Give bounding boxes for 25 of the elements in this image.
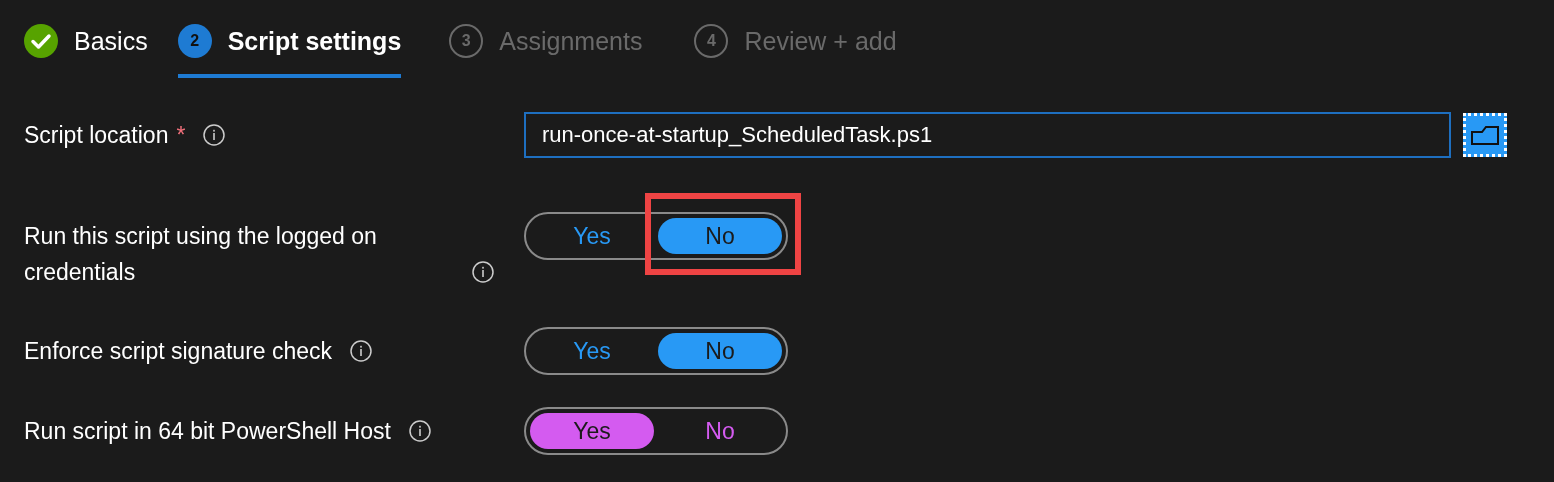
- toggle-option[interactable]: No: [658, 218, 782, 254]
- step-tab[interactable]: 2 Script settings: [177, 0, 402, 78]
- step-tab[interactable]: 3 Assignments: [449, 0, 643, 78]
- step-number: 2: [177, 24, 212, 58]
- setting-label: Run script in 64 bit PowerShell Host: [24, 417, 391, 446]
- folder-icon: [1470, 124, 1500, 146]
- toggle-option[interactable]: Yes: [530, 333, 654, 369]
- setting-label: Run this script using the logged on credentials: [24, 222, 378, 287]
- required-mark: *: [176, 121, 186, 150]
- toggle-option[interactable]: No: [658, 333, 782, 369]
- step-number: 4: [694, 24, 729, 58]
- field-label: Script location: [24, 121, 169, 150]
- info-icon: [203, 124, 226, 146]
- step-tab[interactable]: 4 Review + add: [694, 0, 897, 78]
- toggle-option[interactable]: No: [658, 413, 782, 449]
- setting-label: Enforce script signature check: [24, 337, 333, 366]
- toggle-option[interactable]: Yes: [530, 413, 654, 449]
- info-icon: [350, 340, 373, 362]
- step-number: 3: [449, 24, 484, 58]
- toggle-option[interactable]: Yes: [530, 218, 654, 254]
- info-icon: [408, 420, 431, 442]
- step-tab[interactable]: Basics: [24, 0, 148, 78]
- browse-button[interactable]: [1463, 113, 1507, 157]
- info-icon: [472, 261, 494, 283]
- file-path-field[interactable]: run-once-at-startup_ScheduledTask.ps1: [524, 112, 1451, 158]
